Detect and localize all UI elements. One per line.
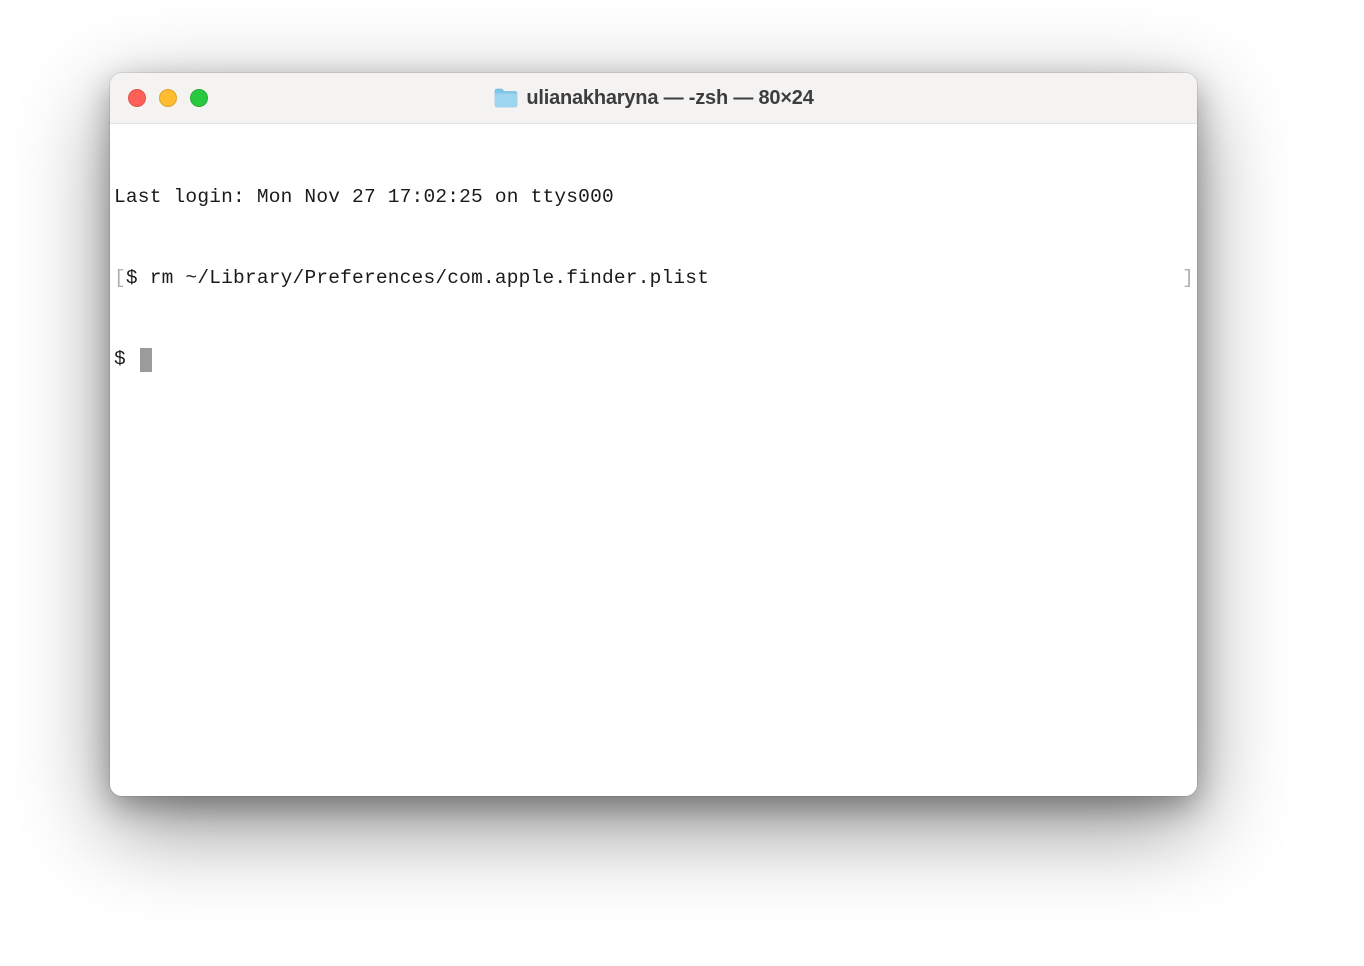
last-login-line: Last login: Mon Nov 27 17:02:25 on ttys0… xyxy=(114,184,1194,211)
traffic-lights xyxy=(110,89,208,107)
command-text: rm ~/Library/Preferences/com.apple.finde… xyxy=(150,267,709,289)
window-title: ulianakharyna — -zsh — 80×24 xyxy=(526,87,813,110)
cursor-icon xyxy=(140,348,152,372)
bracket-right: ] xyxy=(1182,265,1194,292)
minimize-button[interactable] xyxy=(159,89,177,107)
prompt-symbol: $ xyxy=(114,346,138,373)
terminal-window: ulianakharyna — -zsh — 80×24 Last login:… xyxy=(110,73,1197,796)
command-line-2: $ xyxy=(114,346,1194,373)
zoom-button[interactable] xyxy=(190,89,208,107)
title-container: ulianakharyna — -zsh — 80×24 xyxy=(110,87,1197,110)
folder-icon xyxy=(493,87,519,109)
terminal-content[interactable]: Last login: Mon Nov 27 17:02:25 on ttys0… xyxy=(110,124,1197,796)
close-button[interactable] xyxy=(128,89,146,107)
command-line-1: [$ rm ~/Library/Preferences/com.apple.fi… xyxy=(114,265,1194,292)
bracket-left: [ xyxy=(114,267,126,289)
titlebar[interactable]: ulianakharyna — -zsh — 80×24 xyxy=(110,73,1197,124)
prompt-symbol: $ xyxy=(126,267,150,289)
